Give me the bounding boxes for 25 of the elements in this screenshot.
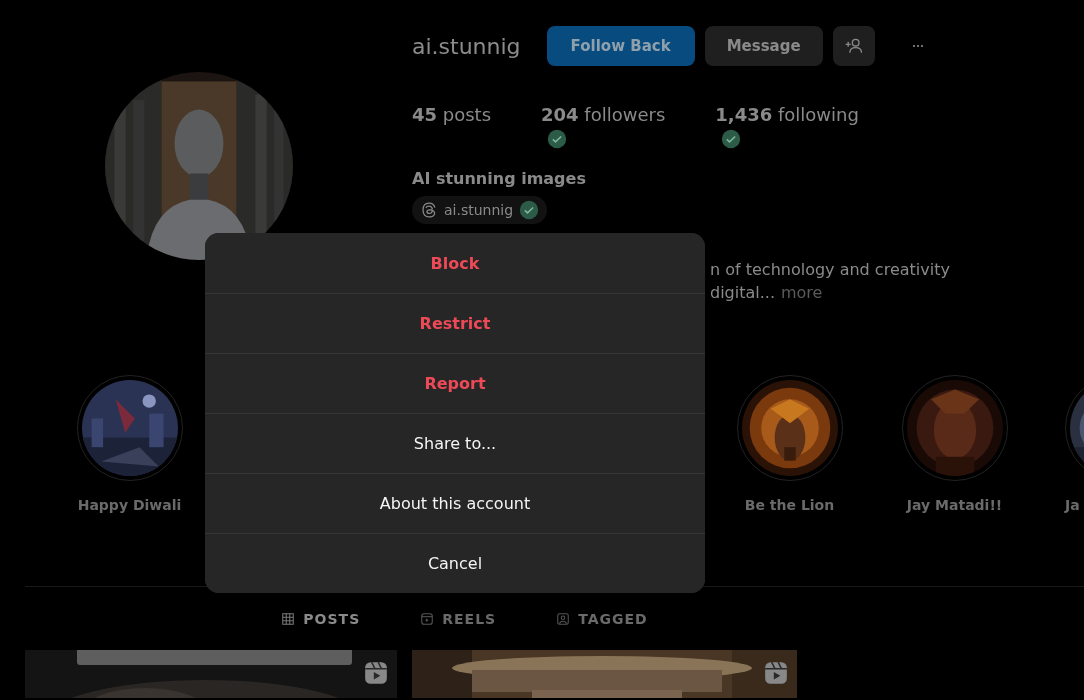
menu-item[interactable]: Cancel — [205, 533, 705, 593]
stat-text[interactable]: 45 posts — [412, 104, 492, 125]
display-name: AI stunning images — [412, 169, 587, 188]
highlight-label[interactable]: Happy Diwali — [77, 497, 182, 513]
threads-handle: ai.stunnig — [444, 202, 514, 218]
highlight-label[interactable]: Ja — [1065, 497, 1080, 513]
username: ai.stunnig — [412, 33, 521, 59]
bio-text: n of technology and creativity — [710, 260, 950, 279]
message-button[interactable]: Message — [704, 26, 823, 66]
add-person-icon — [843, 36, 864, 56]
reel-icon — [763, 660, 789, 686]
threads-badge[interactable]: ai.stunnig — [412, 196, 548, 224]
person-tag-icon — [556, 611, 571, 626]
highlight-label[interactable]: Jay Matadi!! — [906, 497, 1003, 513]
follow-button[interactable]: Follow Back — [546, 26, 695, 66]
grid-icon — [281, 611, 296, 626]
highlight-label[interactable]: Be the Lion — [744, 497, 835, 513]
reels-icon — [420, 611, 435, 626]
bio-text: digital... — [710, 283, 775, 302]
add-person-button[interactable] — [832, 26, 875, 66]
stat-text[interactable]: 1,436 following — [715, 104, 859, 125]
more-link[interactable]: more — [781, 283, 823, 302]
stat-text[interactable]: 204 followers — [541, 104, 666, 125]
threads-icon — [420, 201, 438, 219]
reel-icon — [363, 660, 389, 686]
